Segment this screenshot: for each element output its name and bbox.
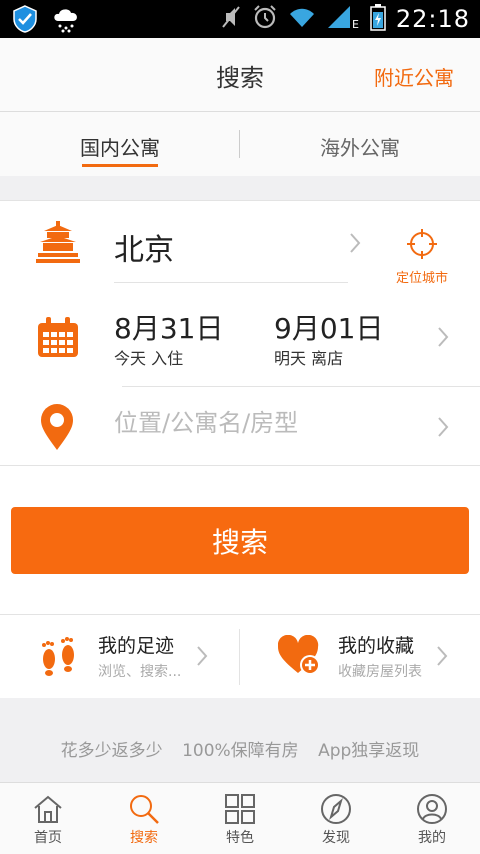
alarm-icon xyxy=(252,4,278,34)
tab-domestic[interactable]: 国内公寓 xyxy=(0,132,240,161)
heart-plus-icon xyxy=(277,634,322,681)
footprints-icon xyxy=(38,635,80,681)
tab-mine[interactable]: 我的 xyxy=(384,783,480,854)
chevron-right-icon xyxy=(348,231,362,259)
locate-city-button[interactable]: 定位城市 xyxy=(386,229,458,286)
clock: 22:18 xyxy=(395,5,470,33)
divider xyxy=(114,282,348,283)
region-tabs: 国内公寓 海外公寓 xyxy=(0,112,480,176)
locate-city-label: 定位城市 xyxy=(395,271,448,286)
checkout-label: 明天 离店 xyxy=(274,349,344,368)
location-pin-icon xyxy=(40,403,74,455)
my-footprints-link[interactable]: 我的足迹 浏览、搜索... xyxy=(0,615,240,699)
my-favorites-title: 我的收藏 xyxy=(338,635,415,657)
city-name: 北京 xyxy=(114,233,174,268)
quick-links: 我的足迹 浏览、搜索... 我的收藏 收藏房屋列表 xyxy=(0,614,480,698)
tab-search-label: 搜索 xyxy=(130,830,158,846)
chevron-right-icon xyxy=(436,645,448,671)
active-tab-indicator xyxy=(82,164,158,167)
tab-discover[interactable]: 发现 xyxy=(288,783,384,854)
tab-featured-label: 特色 xyxy=(226,830,254,846)
location-search-input[interactable] xyxy=(114,409,414,437)
battery-icon xyxy=(370,3,386,35)
date-row[interactable]: 8月31日 今天 入住 9月01日 明天 离店 xyxy=(0,299,480,387)
chevron-right-icon xyxy=(436,415,450,443)
promo-banner: 花多少返多少 100%保障有房 App独享返现 xyxy=(0,736,480,761)
search-form: 北京 定位城市 8月31日 今天 入住 9月01日 明天 离店 位置/公寓名/房… xyxy=(0,200,480,466)
wifi-icon xyxy=(288,5,316,33)
nearby-apartments-link[interactable]: 附近公寓 xyxy=(374,62,454,91)
compass-icon xyxy=(321,794,351,824)
tab-mine-label: 我的 xyxy=(418,830,446,846)
weather-snow-icon xyxy=(50,5,82,37)
divider xyxy=(122,386,480,387)
chevron-right-icon xyxy=(436,325,450,353)
promo-item: 花多少返多少 xyxy=(60,741,163,761)
tab-overseas[interactable]: 海外公寓 xyxy=(240,132,480,161)
checkout-date: 9月01日 xyxy=(274,312,384,345)
temple-icon xyxy=(36,221,80,269)
my-footprints-subtitle: 浏览、搜索... xyxy=(98,664,182,680)
my-favorites-link[interactable]: 我的收藏 收藏房屋列表 xyxy=(240,615,480,699)
svg-text:E: E xyxy=(352,18,359,30)
promo-item: App独享返现 xyxy=(318,741,420,761)
my-favorites-subtitle: 收藏房屋列表 xyxy=(338,664,422,680)
checkin-date: 8月31日 xyxy=(114,312,224,345)
status-bar: E 22:18 xyxy=(0,0,480,38)
location-row xyxy=(0,389,480,467)
bottom-tab-bar: 首页 搜索 特色 发现 我的 xyxy=(0,782,480,854)
header: 搜索 附近公寓 xyxy=(0,38,480,112)
tab-home[interactable]: 首页 xyxy=(0,783,96,854)
tab-featured[interactable]: 特色 xyxy=(192,783,288,854)
tab-search[interactable]: 搜索 xyxy=(96,783,192,854)
city-row[interactable]: 北京 定位城市 xyxy=(0,201,480,287)
shield-icon xyxy=(10,4,40,38)
checkin-label: 今天 入住 xyxy=(114,349,184,368)
chevron-right-icon xyxy=(196,645,208,671)
search-icon xyxy=(130,795,159,824)
mute-icon xyxy=(220,4,242,34)
promo-item: 100%保障有房 xyxy=(182,741,299,761)
my-footprints-title: 我的足迹 xyxy=(98,635,175,657)
tab-home-label: 首页 xyxy=(34,830,62,846)
crosshair-icon xyxy=(407,229,437,263)
signal-icon: E xyxy=(326,4,360,34)
grid-icon xyxy=(225,794,255,824)
tab-discover-label: 发现 xyxy=(322,830,350,846)
search-button[interactable]: 搜索 xyxy=(11,507,469,574)
user-icon xyxy=(417,794,447,824)
home-icon xyxy=(34,795,62,823)
calendar-icon xyxy=(38,317,78,361)
